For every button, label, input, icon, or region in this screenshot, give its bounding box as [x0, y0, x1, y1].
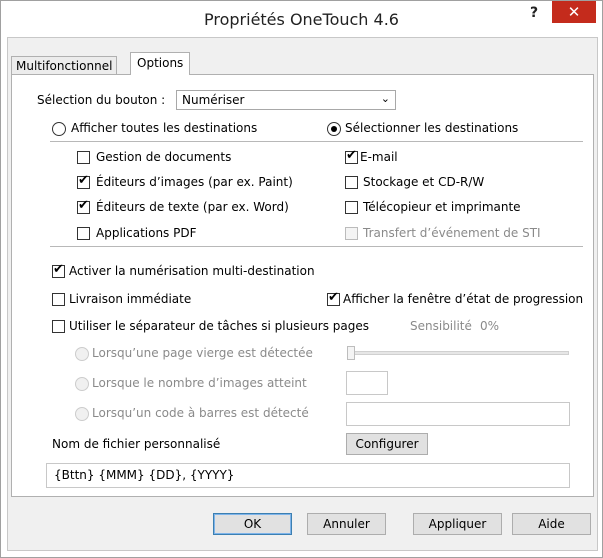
show-all-destinations-radio[interactable]: [52, 122, 66, 136]
dest-document-management-label: Gestion de documents: [96, 150, 232, 164]
tab-multifonctionnel[interactable]: Multifonctionnel: [11, 56, 118, 75]
dest-sti-transfer-checkbox[interactable]: [345, 227, 358, 240]
dest-pdf-applications-label: Applications PDF: [96, 226, 197, 240]
blank-page-radio[interactable]: [75, 347, 89, 361]
select-destinations-radio[interactable]: [327, 122, 341, 136]
dest-text-editors-label: Éditeurs de texte (par ex. Word): [96, 200, 289, 214]
dest-sti-transfer-label: Transfert d’événement de STI: [363, 226, 541, 240]
apply-button[interactable]: Appliquer: [413, 513, 502, 535]
show-progress-label: Afficher la fenêtre d’état de progressio…: [343, 292, 584, 306]
barcode-input[interactable]: [346, 402, 570, 426]
close-button[interactable]: ✕: [552, 1, 596, 23]
select-destinations-label: Sélectionner les destinations: [345, 121, 519, 135]
dest-text-editors-checkbox[interactable]: [77, 198, 90, 214]
image-count-radio[interactable]: [75, 377, 89, 391]
button-selection-value: Numériser: [182, 93, 245, 107]
divider: [50, 141, 583, 142]
custom-filename-label: Nom de fichier personnalisé: [52, 437, 221, 451]
divider: [50, 246, 583, 247]
image-count-input[interactable]: [346, 371, 388, 395]
immediate-delivery-label: Livraison immédiate: [69, 292, 192, 306]
window-title: Propriétés OneTouch 4.6: [204, 10, 399, 29]
job-separator-checkbox[interactable]: [52, 320, 65, 333]
button-selection-dropdown[interactable]: Numériser ⌄: [176, 90, 396, 110]
barcode-radio[interactable]: [75, 407, 89, 421]
custom-filename-value: {Bttn} {MMM} {DD}, {YYYY}: [54, 468, 235, 482]
dest-fax-printer-label: Télécopieur et imprimante: [363, 200, 521, 214]
image-count-label: Lorsque le nombre d’images atteint: [92, 376, 307, 390]
tab-options[interactable]: Options: [130, 52, 191, 75]
multi-destination-checkbox[interactable]: [52, 262, 65, 278]
help-button[interactable]: Aide: [512, 513, 591, 535]
sensitivity-slider-thumb[interactable]: [347, 346, 355, 360]
dest-storage-checkbox[interactable]: [345, 176, 358, 189]
dialog-client-area: Multifonctionnel Options Sélection du bo…: [7, 37, 598, 551]
ok-button[interactable]: OK: [213, 513, 292, 535]
chevron-down-icon: ⌄: [380, 92, 390, 105]
options-panel: Sélection du bouton : Numériser ⌄ Affich…: [11, 74, 594, 497]
sensitivity-value: 0%: [480, 319, 500, 333]
dest-email-label: E-mail: [360, 150, 398, 164]
title-bar[interactable]: Propriétés OneTouch 4.6 ? ✕: [1, 1, 602, 37]
custom-filename-input[interactable]: {Bttn} {MMM} {DD}, {YYYY}: [46, 463, 570, 488]
blank-page-label: Lorsqu’une page vierge est détectée: [92, 346, 313, 360]
sensitivity-label: Sensibilité: [410, 319, 472, 333]
properties-dialog: Propriétés OneTouch 4.6 ? ✕ Multifonctio…: [0, 0, 603, 558]
immediate-delivery-checkbox[interactable]: [52, 293, 65, 306]
dest-storage-label: Stockage et CD-R/W: [363, 175, 485, 189]
job-separator-label: Utiliser le séparateur de tâches si plus…: [69, 319, 370, 333]
dest-email-checkbox[interactable]: [345, 148, 358, 164]
dest-image-editors-checkbox[interactable]: [77, 173, 90, 189]
help-icon[interactable]: ?: [522, 2, 546, 24]
dest-document-management-checkbox[interactable]: [77, 151, 90, 164]
cancel-button[interactable]: Annuler: [307, 513, 386, 535]
sensitivity-slider-track[interactable]: [348, 351, 569, 355]
show-progress-checkbox[interactable]: [327, 290, 340, 306]
button-selection-label: Sélection du bouton :: [37, 93, 166, 107]
multi-destination-label: Activer la numérisation multi-destinatio…: [69, 264, 315, 278]
show-all-destinations-label: Afficher toutes les destinations: [71, 121, 258, 135]
dest-fax-printer-checkbox[interactable]: [345, 201, 358, 214]
configure-button[interactable]: Configurer: [346, 433, 428, 455]
dest-pdf-applications-checkbox[interactable]: [77, 227, 90, 240]
dest-image-editors-label: Éditeurs d’images (par ex. Paint): [96, 175, 293, 189]
barcode-label: Lorsqu’un code à barres est détecté: [92, 406, 309, 420]
